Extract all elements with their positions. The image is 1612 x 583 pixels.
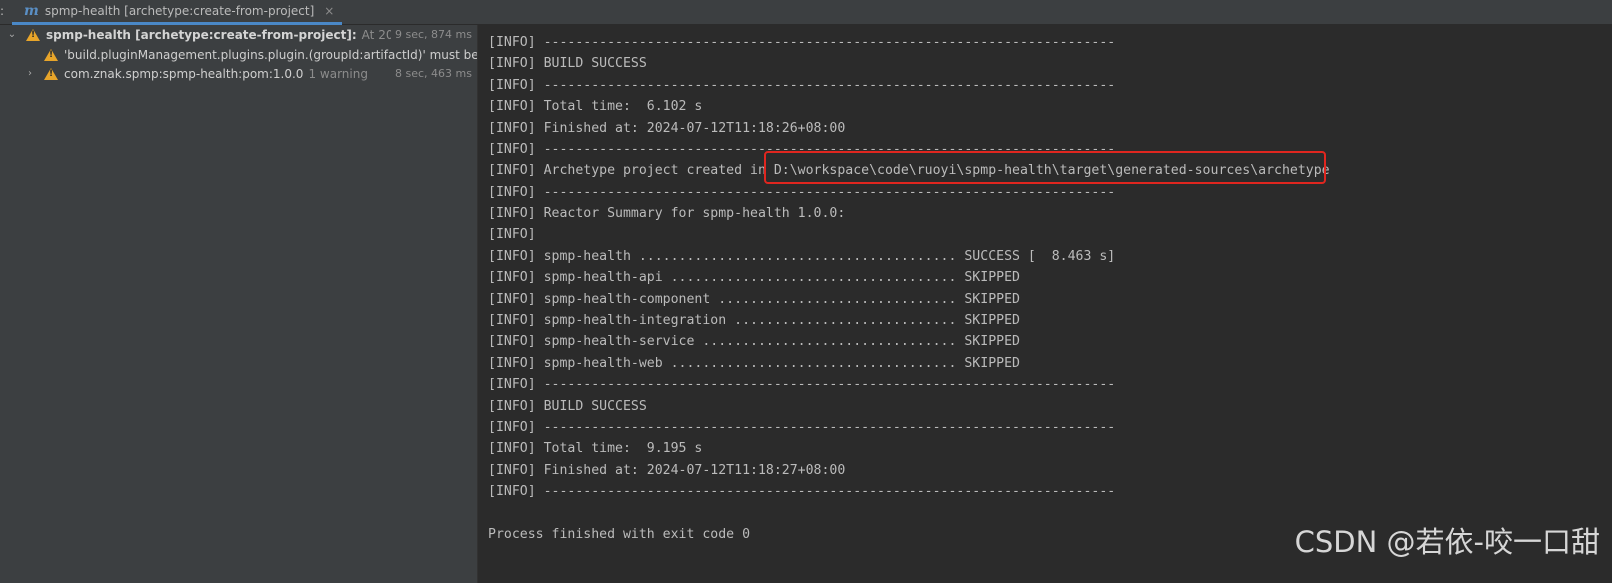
console-line: [INFO] ---------------------------------… bbox=[488, 484, 1116, 499]
console-line: [INFO] ---------------------------------… bbox=[488, 185, 1116, 200]
warning-icon bbox=[44, 48, 58, 61]
console-line: [INFO] spmp-health-api .................… bbox=[488, 270, 1020, 285]
console-line: [INFO] Finished at: 2024-07-12T11:18:27+… bbox=[488, 463, 846, 478]
tree-item-title: spmp-health [archetype:create-from-proje… bbox=[46, 27, 357, 42]
tree-item-module[interactable]: › com.znak.spmp:spmp-health:pom:1.0.0 1 … bbox=[0, 64, 477, 83]
tab-build-run[interactable]: m spmp-health [archetype:create-from-pro… bbox=[12, 0, 342, 25]
console-line: [INFO] spmp-health-service .............… bbox=[488, 334, 1020, 349]
console-line: [INFO] BUILD SUCCESS bbox=[488, 399, 647, 414]
tree-item-duration: 8 sec, 463 ms bbox=[391, 67, 472, 80]
build-tool-window: : m spmp-health [archetype:create-from-p… bbox=[0, 0, 1612, 583]
tree-item-warning-count: 1 warning bbox=[308, 66, 368, 81]
console-line: [INFO] Finished at: 2024-07-12T11:18:26+… bbox=[488, 121, 846, 136]
console-line: [INFO] spmp-health-component ...........… bbox=[488, 292, 1020, 307]
tab-title: spmp-health [archetype:create-from-proje… bbox=[44, 4, 315, 18]
maven-icon: m bbox=[24, 3, 39, 19]
console-output[interactable]: [INFO] ---------------------------------… bbox=[478, 25, 1612, 583]
console-line: [INFO] spmp-health-integration .........… bbox=[488, 313, 1020, 328]
chevron-down-icon[interactable]: ⌄ bbox=[6, 29, 18, 40]
build-tree-panel: ⌄ spmp-health [archetype:create-from-pro… bbox=[0, 25, 478, 583]
warning-icon bbox=[44, 67, 58, 80]
console-line: [INFO] ---------------------------------… bbox=[488, 420, 1116, 435]
console-line: [INFO] ---------------------------------… bbox=[488, 377, 1116, 392]
console-line: [INFO] spmp-health .....................… bbox=[488, 249, 1116, 264]
console-line-exit: Process finished with exit code 0 bbox=[488, 527, 751, 542]
tree-item-warning-text: 'build.pluginManagement.plugins.plugin.(… bbox=[64, 47, 478, 62]
console-line: [INFO] Total time: 9.195 s bbox=[488, 441, 703, 456]
tree-item-root[interactable]: ⌄ spmp-health [archetype:create-from-pro… bbox=[0, 25, 477, 44]
tree-item-warning[interactable]: 'build.pluginManagement.plugins.plugin.(… bbox=[0, 45, 478, 64]
console-line: [INFO] BUILD SUCCESS bbox=[488, 56, 647, 71]
warning-icon bbox=[26, 28, 40, 41]
watermark: CSDN @若依-咬一口甜 bbox=[1294, 525, 1600, 559]
console-line: [INFO] ---------------------------------… bbox=[488, 78, 1116, 93]
console-line: [INFO] spmp-health-web .................… bbox=[488, 356, 1020, 371]
console-line: [INFO] Total time: 6.102 s bbox=[488, 99, 703, 114]
tree-item-duration: 9 sec, 874 ms bbox=[391, 28, 472, 41]
chevron-right-icon[interactable]: › bbox=[24, 68, 36, 79]
console-line: [INFO] bbox=[488, 227, 536, 242]
path-highlight-box bbox=[764, 151, 1326, 184]
console-line: [INFO] ---------------------------------… bbox=[488, 35, 1116, 50]
console-line: [INFO] Reactor Summary for spmp-health 1… bbox=[488, 206, 846, 221]
close-icon[interactable]: × bbox=[324, 4, 334, 18]
tab-bar-edge-glyph: : bbox=[0, 4, 5, 18]
tab-bar: : m spmp-health [archetype:create-from-p… bbox=[0, 0, 1612, 25]
tree-item-module-label: com.znak.spmp:spmp-health:pom:1.0.0 bbox=[64, 66, 304, 81]
